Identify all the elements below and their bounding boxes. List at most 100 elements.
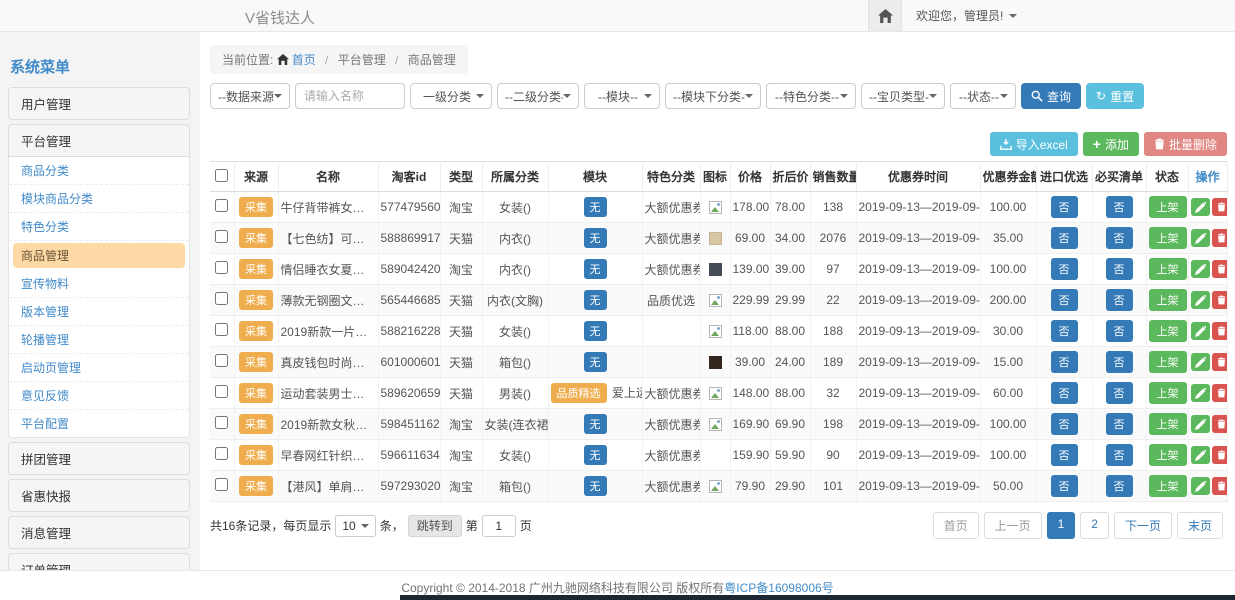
edit-button[interactable] xyxy=(1191,415,1210,433)
user-menu[interactable]: 欢迎您，管理员! xyxy=(902,0,1031,31)
sidebar-item-promo-materials[interactable]: 宣传物料 xyxy=(9,270,189,298)
delete-button[interactable] xyxy=(1212,415,1228,433)
edit-button[interactable] xyxy=(1191,384,1210,402)
row-checkbox[interactable] xyxy=(215,261,228,274)
row-checkbox[interactable] xyxy=(215,385,228,398)
category2-select[interactable]: --二级分类-- xyxy=(497,83,579,109)
status-button[interactable]: 上架 xyxy=(1149,382,1187,404)
edit-button[interactable] xyxy=(1191,260,1210,278)
status-button[interactable]: 上架 xyxy=(1149,413,1187,435)
must-buy-toggle[interactable]: 否 xyxy=(1106,413,1133,435)
row-checkbox[interactable] xyxy=(215,323,228,336)
import-select-toggle[interactable]: 否 xyxy=(1051,320,1078,342)
sidebar-item-splash-management[interactable]: 启动页管理 xyxy=(9,354,189,382)
must-buy-toggle[interactable]: 否 xyxy=(1106,382,1133,404)
delete-button[interactable] xyxy=(1212,446,1228,464)
status-button[interactable]: 上架 xyxy=(1149,475,1187,497)
row-checkbox[interactable] xyxy=(215,292,228,305)
status-button[interactable]: 上架 xyxy=(1149,258,1187,280)
delete-button[interactable] xyxy=(1212,322,1228,340)
edit-button[interactable] xyxy=(1191,353,1210,371)
row-checkbox[interactable] xyxy=(215,478,228,491)
import-select-toggle[interactable]: 否 xyxy=(1051,258,1078,280)
must-buy-toggle[interactable]: 否 xyxy=(1106,475,1133,497)
pager-prev[interactable]: 上一页 xyxy=(984,512,1042,539)
category1-select[interactable]: 一级分类 xyxy=(410,83,492,109)
import-select-toggle[interactable]: 否 xyxy=(1051,444,1078,466)
module-badge[interactable]: 无 xyxy=(584,259,607,279)
must-buy-toggle[interactable]: 否 xyxy=(1106,351,1133,373)
import-select-toggle[interactable]: 否 xyxy=(1051,382,1078,404)
module-badge[interactable]: 无 xyxy=(584,414,607,434)
jump-page-input[interactable] xyxy=(482,515,516,537)
import-select-toggle[interactable]: 否 xyxy=(1051,475,1078,497)
search-button[interactable]: 查询 xyxy=(1021,83,1081,109)
edit-button[interactable] xyxy=(1191,229,1210,247)
add-button[interactable]: + 添加 xyxy=(1083,132,1139,156)
must-buy-toggle[interactable]: 否 xyxy=(1106,258,1133,280)
pager-page-2[interactable]: 2 xyxy=(1080,512,1109,539)
name-input[interactable] xyxy=(295,83,405,109)
must-buy-toggle[interactable]: 否 xyxy=(1106,227,1133,249)
delete-button[interactable] xyxy=(1212,384,1228,402)
item-type-select[interactable]: --宝贝类型-- xyxy=(861,83,945,109)
sidebar-item-version-management[interactable]: 版本管理 xyxy=(9,298,189,326)
status-button[interactable]: 上架 xyxy=(1149,289,1187,311)
batch-delete-button[interactable]: 批量删除 xyxy=(1144,132,1227,156)
edit-button[interactable] xyxy=(1191,477,1210,495)
sidebar-item-feedback[interactable]: 意见反馈 xyxy=(9,382,189,410)
sidebar-item-goods-management[interactable]: 商品管理 xyxy=(13,243,185,268)
sidebar-item-goods-category[interactable]: 商品分类 xyxy=(9,157,189,185)
delete-button[interactable] xyxy=(1212,229,1228,247)
edit-button[interactable] xyxy=(1191,322,1210,340)
edit-button[interactable] xyxy=(1191,291,1210,309)
status-button[interactable]: 上架 xyxy=(1149,320,1187,342)
row-checkbox[interactable] xyxy=(215,199,228,212)
sidebar-item-feature-category[interactable]: 特色分类 xyxy=(9,213,189,241)
sidebar-group-message[interactable]: 消息管理 xyxy=(8,516,190,549)
breadcrumb-home-link[interactable]: 首页 xyxy=(292,53,316,67)
must-buy-toggle[interactable]: 否 xyxy=(1106,289,1133,311)
sidebar-item-carousel-management[interactable]: 轮播管理 xyxy=(9,326,189,354)
module-badge[interactable]: 无 xyxy=(584,290,607,310)
module-badge[interactable]: 无 xyxy=(584,476,607,496)
row-checkbox[interactable] xyxy=(215,354,228,367)
import-select-toggle[interactable]: 否 xyxy=(1051,227,1078,249)
module-badge[interactable]: 无 xyxy=(584,197,607,217)
reset-button[interactable]: ↻ 重置 xyxy=(1086,83,1144,109)
row-checkbox[interactable] xyxy=(215,447,228,460)
delete-button[interactable] xyxy=(1212,477,1228,495)
module-badge[interactable]: 无 xyxy=(584,228,607,248)
edit-button[interactable] xyxy=(1191,198,1210,216)
must-buy-toggle[interactable]: 否 xyxy=(1106,196,1133,218)
sidebar-group-group-buy[interactable]: 拼团管理 xyxy=(8,442,190,475)
status-button[interactable]: 上架 xyxy=(1149,444,1187,466)
row-checkbox[interactable] xyxy=(215,230,228,243)
pager-next[interactable]: 下一页 xyxy=(1114,512,1172,539)
status-button[interactable]: 上架 xyxy=(1149,351,1187,373)
module-subcategory-select[interactable]: --模块下分类-- xyxy=(665,83,761,109)
page-size-select[interactable]: 10 xyxy=(335,515,375,537)
module-badge[interactable]: 无 xyxy=(584,352,607,372)
must-buy-toggle[interactable]: 否 xyxy=(1106,320,1133,342)
module-badge[interactable]: 无 xyxy=(584,321,607,341)
sidebar-group-user-management[interactable]: 用户管理 xyxy=(8,87,190,120)
import-select-toggle[interactable]: 否 xyxy=(1051,196,1078,218)
feature-category-select[interactable]: --特色分类-- xyxy=(766,83,856,109)
sidebar-group-express-news[interactable]: 省惠快报 xyxy=(8,479,190,512)
data-source-select[interactable]: --数据来源-- xyxy=(210,83,290,109)
row-checkbox[interactable] xyxy=(215,416,228,429)
sidebar-item-module-goods-category[interactable]: 模块商品分类 xyxy=(9,185,189,213)
module-select[interactable]: --模块-- xyxy=(584,83,660,109)
edit-button[interactable] xyxy=(1191,446,1210,464)
pager-last[interactable]: 末页 xyxy=(1177,512,1223,539)
home-button[interactable] xyxy=(868,0,902,31)
select-all-checkbox[interactable] xyxy=(215,169,228,182)
status-button[interactable]: 上架 xyxy=(1149,227,1187,249)
import-select-toggle[interactable]: 否 xyxy=(1051,289,1078,311)
import-select-toggle[interactable]: 否 xyxy=(1051,351,1078,373)
icp-link[interactable]: 粤ICP备16098006号 xyxy=(724,581,833,595)
must-buy-toggle[interactable]: 否 xyxy=(1106,444,1133,466)
jump-button[interactable]: 跳转到 xyxy=(408,515,462,537)
module-badge[interactable]: 品质精选 xyxy=(551,383,607,403)
